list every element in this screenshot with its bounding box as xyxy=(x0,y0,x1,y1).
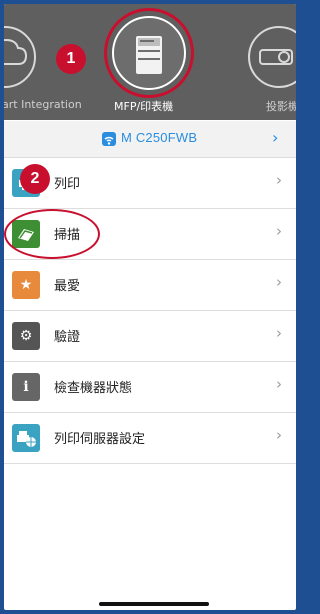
menu-item-machine-status[interactable]: i 檢查機器狀態 › xyxy=(4,362,296,413)
menu-item-label: 檢查機器狀態 xyxy=(54,381,133,396)
wifi-icon xyxy=(102,132,116,146)
step-2-badge: 2 xyxy=(20,164,50,194)
chevron-right-icon: › xyxy=(276,324,282,342)
function-carousel[interactable]: art Integration MFP/印表機 投影機 1 xyxy=(4,4,296,120)
app-screen: art Integration MFP/印表機 投影機 1 M C250FWB … xyxy=(4,4,296,610)
menu-item-label: 最愛 xyxy=(54,279,81,294)
chevron-right-icon: › xyxy=(276,171,282,189)
carousel-right-label[interactable]: 投影機 xyxy=(266,98,296,114)
star-icon: ★ xyxy=(12,271,40,299)
menu-item-label: 驗證 xyxy=(54,330,81,345)
chevron-right-icon: › xyxy=(276,426,282,444)
menu-item-favorites[interactable]: ★ 最愛 › xyxy=(4,260,296,311)
menu-item-label: 列印 xyxy=(54,177,81,192)
chevron-right-icon: › xyxy=(276,273,282,291)
gear-icon: ⚙ xyxy=(12,322,40,350)
highlight-ring-mfp xyxy=(104,8,194,98)
projector-icon[interactable] xyxy=(248,26,296,88)
carousel-left-label[interactable]: art Integration xyxy=(4,98,82,111)
menu-list: 列印 › 掃描 › ★ 最愛 › ⚙ 驗證 › i 檢查機器狀態 › 列印伺服器… xyxy=(4,158,296,464)
print-server-icon xyxy=(12,424,40,452)
step-1-badge: 1 xyxy=(56,44,86,74)
info-icon: i xyxy=(12,373,40,401)
device-selector[interactable]: M C250FWB › xyxy=(4,121,296,158)
menu-item-print-server-settings[interactable]: 列印伺服器設定 › xyxy=(4,413,296,464)
highlight-ring-scan xyxy=(4,209,100,259)
home-indicator xyxy=(99,602,209,606)
cloud-icon[interactable] xyxy=(4,26,36,88)
chevron-right-icon[interactable]: › xyxy=(272,128,278,147)
device-name[interactable]: M C250FWB xyxy=(121,130,197,145)
chevron-right-icon: › xyxy=(276,375,282,393)
carousel-center-label[interactable]: MFP/印表機 xyxy=(114,98,173,114)
chevron-right-icon: › xyxy=(276,222,282,240)
menu-item-label: 列印伺服器設定 xyxy=(54,432,146,447)
menu-item-authentication[interactable]: ⚙ 驗證 › xyxy=(4,311,296,362)
